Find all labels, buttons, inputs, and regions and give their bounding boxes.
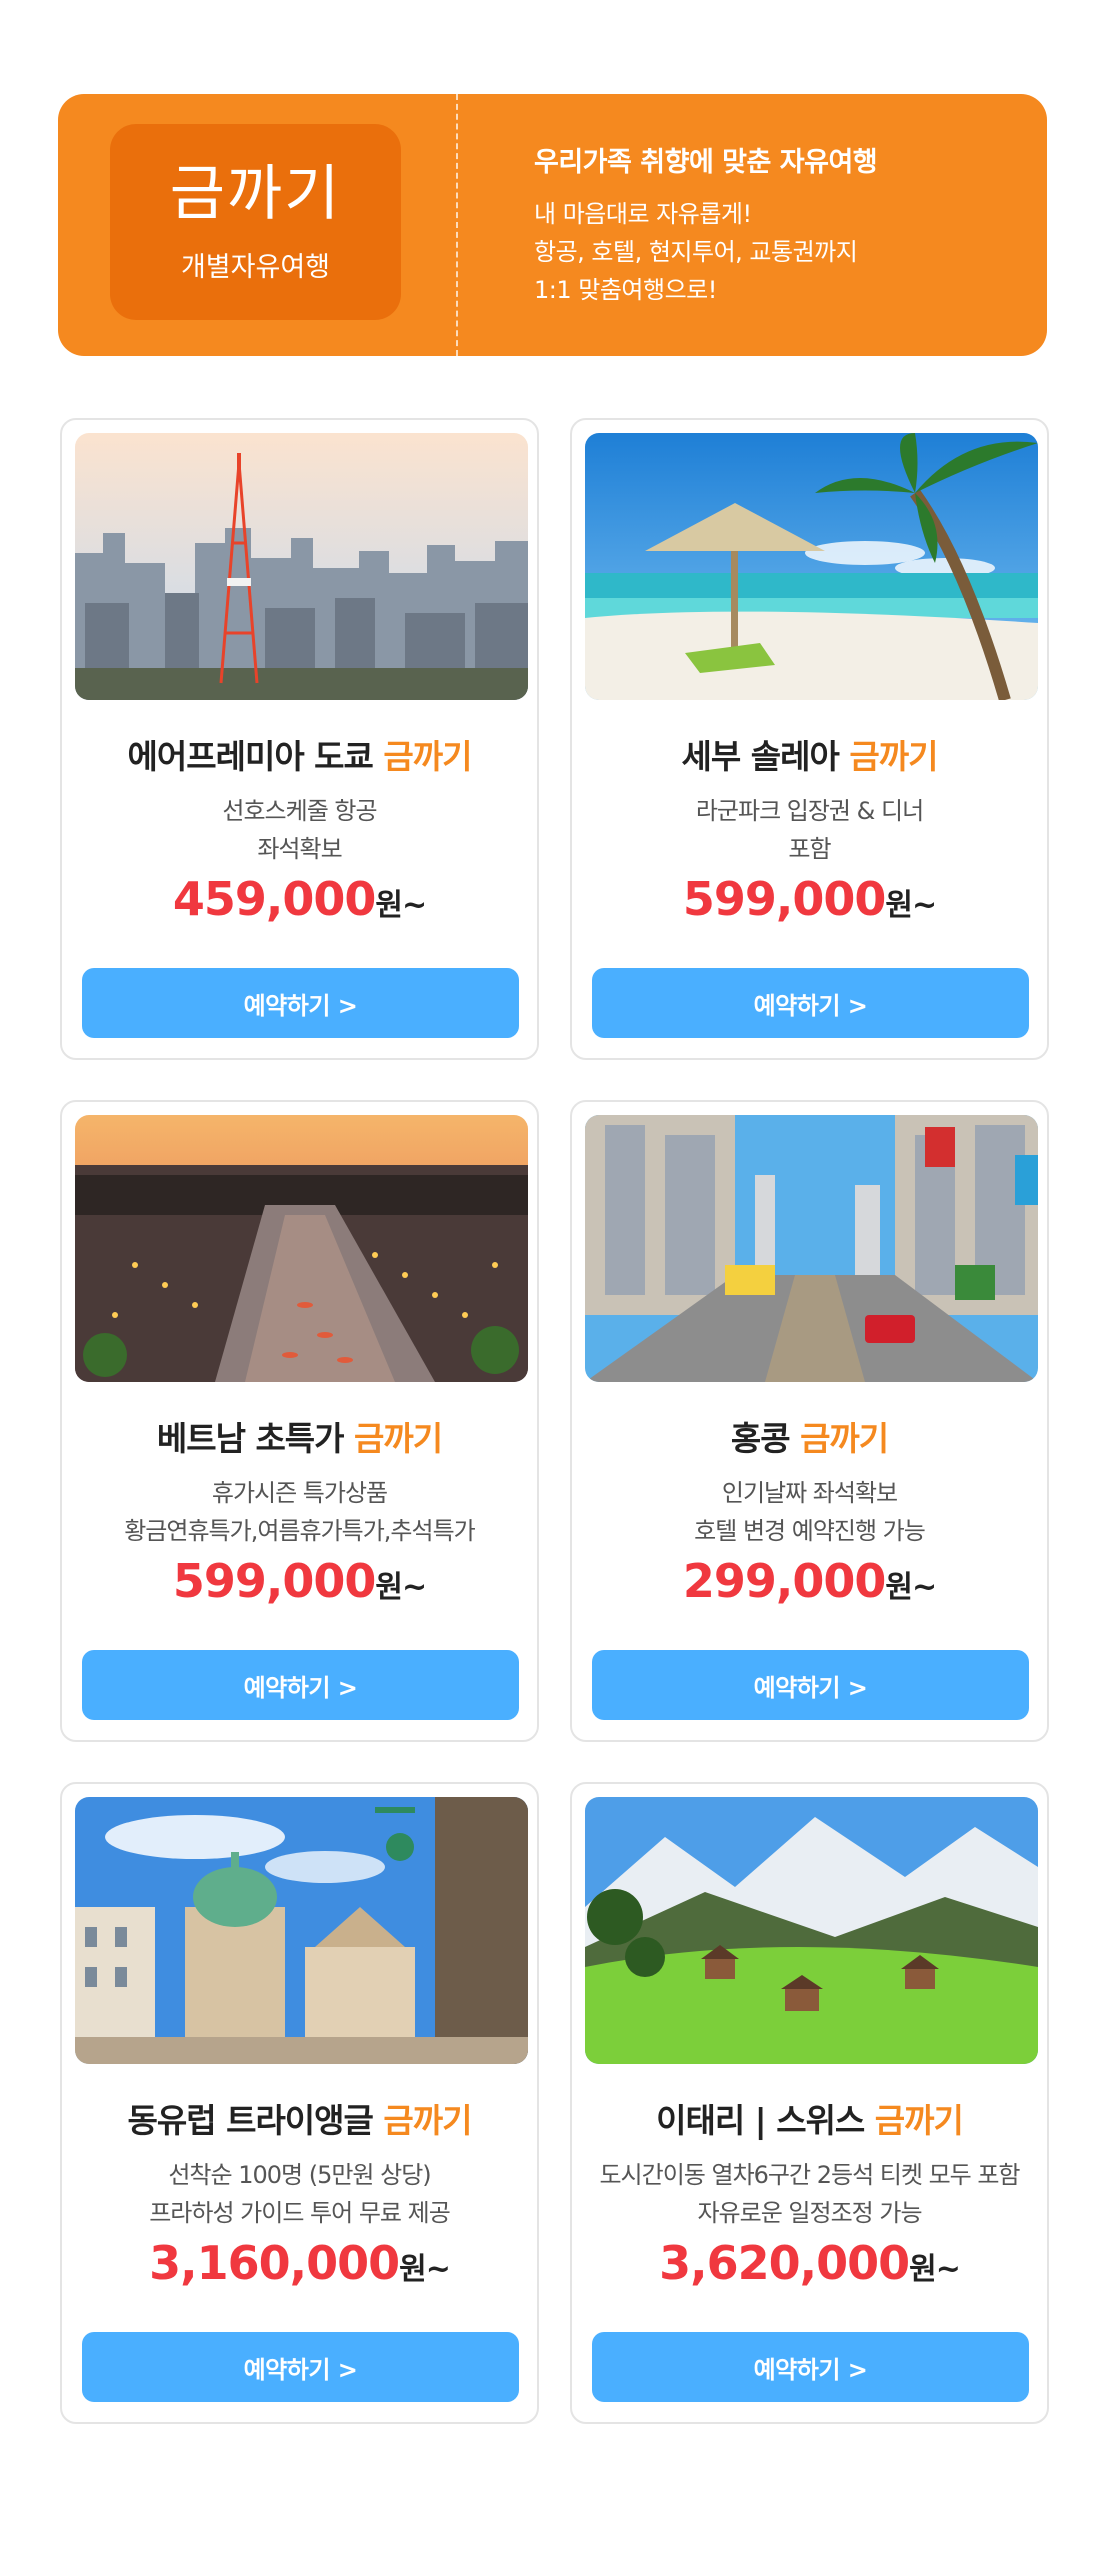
card-description: 휴가시즌 특가상품 황금연휴특가,여름휴가특가,추석특가	[124, 1479, 476, 1545]
logo-title: 금까기	[169, 158, 342, 229]
card-price: 299,000원~	[682, 1554, 937, 1608]
product-card-cebu[interactable]: 세부 솔레아 금까기 라군파크 입장권 & 디너 포함 599,000원~ 예약…	[570, 418, 1049, 1060]
card-title: 베트남 초특가 금까기	[156, 1419, 443, 1458]
card-description: 도시간이동 열차6구간 2등석 티켓 모두 포함 자유로운 일정조정 가능	[599, 2161, 1020, 2227]
reserve-button[interactable]: 예약하기 >	[592, 1650, 1029, 1720]
card-title: 에어프레미아 도쿄 금까기	[127, 737, 473, 776]
banner-divider	[456, 94, 458, 356]
card-title: 이태리 | 스위스 금까기	[656, 2101, 964, 2140]
promo-banner: 금까기 개별자유여행 우리가족 취향에 맞춘 자유여행 내 마음대로 자유롭게!…	[58, 94, 1047, 356]
hongkong-street-image	[585, 1115, 1038, 1382]
prague-church-image	[75, 1797, 528, 2064]
brand-logo: 금까기 개별자유여행	[110, 124, 401, 320]
reserve-button[interactable]: 예약하기 >	[592, 968, 1029, 1038]
product-card-vietnam[interactable]: 베트남 초특가 금까기 휴가시즌 특가상품 황금연휴특가,여름휴가특가,추석특가…	[60, 1100, 539, 1742]
reserve-button[interactable]: 예약하기 >	[82, 1650, 519, 1720]
beach-image	[585, 433, 1038, 700]
card-price: 599,000원~	[682, 872, 937, 926]
card-title: 홍콩 금까기	[730, 1419, 889, 1458]
card-title: 세부 솔레아 금까기	[681, 737, 939, 776]
reserve-button[interactable]: 예약하기 >	[82, 2332, 519, 2402]
card-description: 선호스케줄 항공 좌석확보	[222, 797, 377, 863]
card-price: 459,000원~	[172, 872, 427, 926]
banner-line: 항공, 호텔, 현지투어, 교통권까지	[534, 238, 858, 266]
card-price: 599,000원~	[172, 1554, 427, 1608]
hoian-river-image	[75, 1115, 528, 1382]
banner-line: 내 마음대로 자유롭게!	[534, 200, 752, 228]
card-description: 선착순 100명 (5만원 상당) 프라하성 가이드 투어 무료 제공	[149, 2161, 451, 2227]
card-description: 라군파크 입장권 & 디너 포함	[695, 797, 924, 863]
reserve-button[interactable]: 예약하기 >	[592, 2332, 1029, 2402]
banner-line: 1:1 맞춤여행으로!	[534, 276, 717, 304]
product-card-eastern-europe[interactable]: 동유럽 트라이앵글 금까기 선착순 100명 (5만원 상당) 프라하성 가이드…	[60, 1782, 539, 2424]
product-card-hongkong[interactable]: 홍콩 금까기 인기날짜 좌석확보 호텔 변경 예약진행 가능 299,000원~…	[570, 1100, 1049, 1742]
reserve-button[interactable]: 예약하기 >	[82, 968, 519, 1038]
card-title: 동유럽 트라이앵글 금까기	[127, 2101, 473, 2140]
card-price: 3,160,000원~	[149, 2236, 451, 2290]
banner-text: 우리가족 취향에 맞춘 자유여행 내 마음대로 자유롭게! 항공, 호텔, 현지…	[534, 140, 878, 309]
banner-headline: 우리가족 취향에 맞춘 자유여행	[534, 147, 878, 178]
product-card-italy-swiss[interactable]: 이태리 | 스위스 금까기 도시간이동 열차6구간 2등석 티켓 모두 포함 자…	[570, 1782, 1049, 2424]
tokyo-tower-image	[75, 433, 528, 700]
card-description: 인기날짜 좌석확보 호텔 변경 예약진행 가능	[694, 1479, 926, 1545]
swiss-alps-image	[585, 1797, 1038, 2064]
product-card-tokyo[interactable]: 에어프레미아 도쿄 금까기 선호스케줄 항공 좌석확보 459,000원~ 예약…	[60, 418, 539, 1060]
card-price: 3,620,000원~	[659, 2236, 961, 2290]
logo-subtitle: 개별자유여행	[180, 251, 331, 283]
